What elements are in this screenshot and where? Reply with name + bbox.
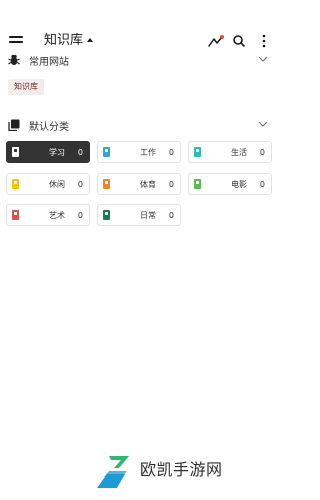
section-title: 常用网站	[29, 56, 69, 68]
kb-title-dropdown[interactable]: 知识库	[44, 32, 94, 46]
book-icon	[194, 179, 201, 189]
category-name: 生活	[231, 148, 247, 157]
category-card[interactable]: 休闲 0	[6, 173, 90, 195]
site-watermark: 欧凯手游网	[95, 452, 275, 492]
bug-icon	[8, 55, 20, 65]
category-count: 0	[77, 148, 83, 157]
book-icon	[103, 210, 110, 220]
site-chip[interactable]: 知识库	[8, 79, 44, 95]
book-icon	[103, 179, 110, 189]
caret-up-icon	[87, 38, 94, 42]
app-header: 知识库	[0, 0, 280, 54]
category-name: 艺术	[49, 211, 65, 220]
book-icon	[12, 210, 19, 220]
category-count: 0	[259, 180, 265, 189]
category-count: 0	[168, 211, 174, 220]
category-name: 学习	[49, 148, 65, 157]
section-header-categories[interactable]: 默认分类	[8, 116, 272, 134]
notebook-icon	[8, 119, 20, 131]
book-icon	[103, 147, 110, 157]
book-icon	[12, 147, 19, 157]
category-card[interactable]: 工作 0	[97, 141, 181, 163]
category-count: 0	[77, 211, 83, 220]
category-grid: 学习 0 工作 0 生活 0 休闲 0 体育 0 电影 0 艺术 0 日常 0	[6, 141, 275, 231]
section-header-sites[interactable]: 常用网站	[8, 51, 272, 69]
book-icon	[194, 147, 201, 157]
chevron-down-icon[interactable]	[258, 55, 268, 63]
book-icon	[12, 179, 19, 189]
category-card[interactable]: 日常 0	[97, 204, 181, 226]
chart-trend-icon[interactable]	[208, 34, 224, 48]
section-title: 默认分类	[29, 121, 69, 133]
watermark-logo-icon	[97, 456, 129, 488]
chevron-down-icon[interactable]	[258, 120, 268, 128]
watermark-text: 欧凯手游网	[140, 460, 223, 479]
more-vertical-icon[interactable]	[256, 34, 272, 48]
category-card[interactable]: 生活 0	[188, 141, 272, 163]
category-card[interactable]: 电影 0	[188, 173, 272, 195]
category-card[interactable]: 学习 0	[6, 141, 90, 163]
category-name: 休闲	[49, 180, 65, 189]
category-count: 0	[168, 180, 174, 189]
category-name: 体育	[140, 180, 156, 189]
category-name: 日常	[140, 211, 156, 220]
category-name: 电影	[231, 180, 247, 189]
search-icon[interactable]	[231, 34, 247, 48]
category-name: 工作	[140, 148, 156, 157]
category-count: 0	[259, 148, 265, 157]
page-title: 知识库	[44, 33, 84, 46]
category-card[interactable]: 体育 0	[97, 173, 181, 195]
category-count: 0	[77, 180, 83, 189]
category-count: 0	[168, 148, 174, 157]
menu-icon[interactable]	[9, 36, 23, 46]
category-card[interactable]: 艺术 0	[6, 204, 90, 226]
